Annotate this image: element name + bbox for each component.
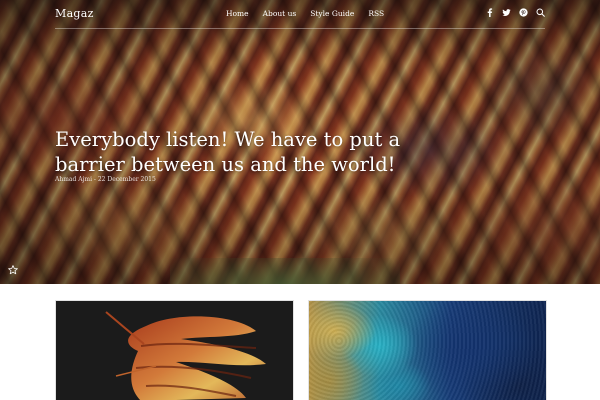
post-card-2[interactable] — [308, 300, 547, 400]
search-icon[interactable] — [536, 8, 545, 17]
nav-item-rss[interactable]: RSS — [368, 9, 384, 18]
site-logo[interactable]: Magaz — [55, 7, 94, 20]
hero-ground — [170, 258, 400, 284]
nav-item-home[interactable]: Home — [226, 9, 249, 18]
post-card-1[interactable] — [55, 300, 294, 400]
hero-section: Magaz Home About us Style Guide RSS Ever… — [0, 0, 600, 284]
nav-menu: Home About us Style Guide RSS — [226, 9, 384, 18]
hero-title[interactable]: Everybody listen! We have to put a barri… — [55, 127, 415, 177]
aerial-coastline-image — [309, 301, 546, 400]
facebook-icon[interactable] — [485, 8, 494, 17]
pinterest-icon[interactable] — [519, 8, 528, 17]
hero-meta: Ahmad Ajmi - 22 December 2015 — [55, 176, 156, 183]
twitter-icon[interactable] — [502, 8, 511, 17]
dried-leaf-image — [105, 311, 266, 400]
nav-item-about[interactable]: About us — [263, 9, 297, 18]
star-outline-icon[interactable] — [8, 265, 18, 275]
top-nav: Magaz Home About us Style Guide RSS — [55, 0, 545, 29]
nav-item-style-guide[interactable]: Style Guide — [310, 9, 354, 18]
social-links — [485, 8, 545, 17]
